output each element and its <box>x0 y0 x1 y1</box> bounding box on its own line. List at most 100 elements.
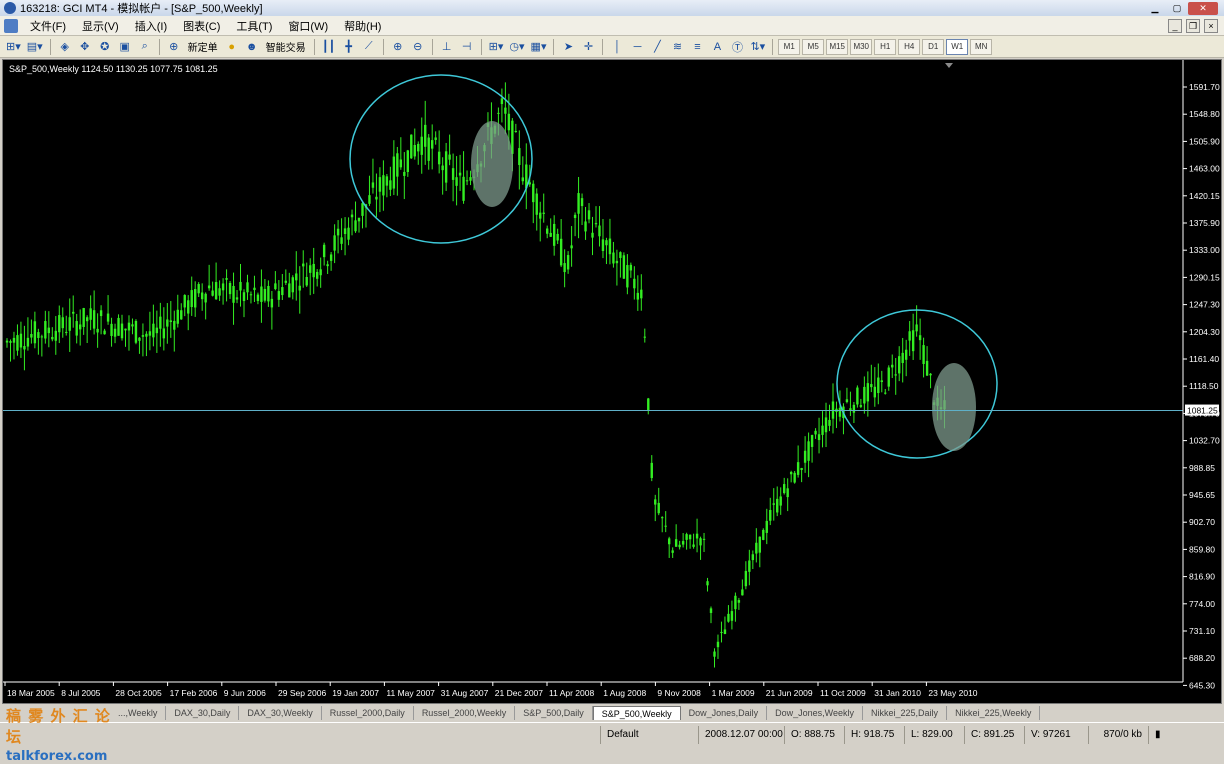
candle-body <box>138 337 141 341</box>
timeframe-h4[interactable]: H4 <box>898 38 921 55</box>
chart-tab-1[interactable]: DAX_30,Daily <box>166 706 240 720</box>
horizontal-line-icon[interactable]: ─ <box>628 38 646 56</box>
market-watch-icon[interactable]: ◈ <box>56 38 74 56</box>
candle-body <box>270 298 274 308</box>
candle-body <box>61 317 64 329</box>
candle-body <box>92 310 96 329</box>
menu-help[interactable]: 帮助(H) <box>336 18 389 34</box>
minimize-button[interactable]: ▁ <box>1144 2 1166 15</box>
channel-icon[interactable]: ≋ <box>668 38 686 56</box>
mdi-restore-button[interactable]: ❐ <box>1186 18 1200 33</box>
expert-trading-button[interactable]: 智能交易 <box>263 38 309 56</box>
indicators-icon[interactable]: ⊞▾ <box>487 38 506 56</box>
candle-body <box>744 570 748 587</box>
candle-body <box>256 294 260 301</box>
candle-body <box>242 292 246 302</box>
navigator-icon[interactable]: ✪ <box>96 38 114 56</box>
auto-scroll-icon[interactable]: ⊥ <box>438 38 456 56</box>
terminal-icon[interactable]: ▣ <box>116 38 134 56</box>
price-axis-label: 1290.15 <box>1189 272 1220 282</box>
price-chart[interactable]: 1591.70 1548.80 1505.90 1463.00 1420.15 1375.… <box>3 60 1221 703</box>
mdi-close-button[interactable]: × <box>1204 18 1218 33</box>
candle-body <box>385 176 389 186</box>
candle-body <box>758 536 761 553</box>
tester-icon[interactable]: ⌕ <box>136 38 154 56</box>
candle-body <box>465 180 469 182</box>
timeframe-h1[interactable]: H1 <box>874 38 897 55</box>
timeframe-m1[interactable]: M1 <box>778 38 801 55</box>
close-button[interactable]: ✕ <box>1188 1 1218 15</box>
menu-file[interactable]: 文件(F) <box>22 18 74 34</box>
trendline-icon[interactable]: ╱ <box>648 38 666 56</box>
chart-tab-6[interactable]: S&P_500,Weekly <box>592 706 681 720</box>
chart-tab-8[interactable]: Dow_Jones,Weekly <box>767 706 864 720</box>
candle-body <box>214 282 218 300</box>
cursor-icon[interactable]: ➤ <box>559 38 577 56</box>
candle-body <box>584 221 587 232</box>
new-order-button[interactable]: 新定单 <box>185 38 221 56</box>
candle-body <box>532 183 535 203</box>
data-window-icon[interactable]: ✥ <box>76 38 94 56</box>
text-label-icon[interactable]: Ⓣ <box>728 38 746 56</box>
vertical-line-icon[interactable]: │ <box>608 38 626 56</box>
chart-tab-7[interactable]: Dow_Jones,Daily <box>681 706 768 720</box>
candle-body <box>260 286 263 302</box>
periods-icon[interactable]: ◷▾ <box>507 38 526 56</box>
candle-body <box>33 321 37 344</box>
menu-window[interactable]: 窗口(W) <box>280 18 336 34</box>
menu-insert[interactable]: 插入(I) <box>127 18 175 34</box>
metaeditor-icon[interactable]: ● <box>223 38 241 56</box>
candle-body <box>587 210 591 220</box>
zoom-out-icon[interactable]: ⊖ <box>409 38 427 56</box>
candle-body <box>789 471 793 475</box>
chart-tab-0[interactable]: ...,Weekly <box>110 706 167 720</box>
timeframe-m15[interactable]: M15 <box>826 38 849 55</box>
candle-body <box>619 252 622 258</box>
timeframe-m30[interactable]: M30 <box>850 38 873 55</box>
chart-window[interactable]: 1591.70 1548.80 1505.90 1463.00 1420.15 1375.… <box>2 59 1222 704</box>
candle-body <box>427 137 430 161</box>
timeframe-m5[interactable]: M5 <box>802 38 825 55</box>
mdi-minimize-button[interactable]: _ <box>1168 18 1182 33</box>
timeframe-d1[interactable]: D1 <box>922 38 945 55</box>
crosshair-icon[interactable]: ✛ <box>579 38 597 56</box>
candle-body <box>654 499 657 505</box>
new-chart-icon[interactable]: ⊞▾ <box>4 38 23 56</box>
price-axis-label: 1204.30 <box>1189 327 1220 337</box>
profiles-icon[interactable]: ▤▾ <box>25 38 45 56</box>
expert-trading-icon[interactable]: ☻ <box>243 38 261 56</box>
date-axis-label: 17 Feb 2006 <box>170 688 218 698</box>
new-order-icon[interactable]: ⊕ <box>165 38 183 56</box>
chart-tab-9[interactable]: Nikkei_225,Daily <box>863 706 948 720</box>
menu-view[interactable]: 显示(V) <box>74 18 127 34</box>
arrows-icon[interactable]: ⇅▾ <box>748 38 767 56</box>
chart-tab-2[interactable]: DAX_30,Weekly <box>239 706 322 720</box>
fibonacci-icon[interactable]: ≡ <box>688 38 706 56</box>
candlestick-icon[interactable]: ╋ <box>340 38 358 56</box>
chart-tab-4[interactable]: Russel_2000,Weekly <box>414 706 516 720</box>
line-chart-icon[interactable]: ⟋ <box>360 38 378 56</box>
price-axis-label: 774.00 <box>1189 599 1215 609</box>
chart-tab-3[interactable]: Russel_2000,Daily <box>322 706 414 720</box>
candle-body <box>448 154 451 160</box>
menu-charts[interactable]: 图表(C) <box>175 18 228 34</box>
timeframe-mn[interactable]: MN <box>970 38 993 55</box>
status-traffic: 870/0 kb <box>1088 726 1148 744</box>
chart-tab-10[interactable]: Nikkei_225,Weekly <box>947 706 1041 720</box>
templates-icon[interactable]: ▦▾ <box>529 38 549 56</box>
title-bar: 163218: GCI MT4 - 模拟帐户 - [S&P_500,Weekly… <box>0 0 1224 16</box>
bar-chart-icon[interactable]: ┃┃ <box>320 38 338 56</box>
timeframe-w1[interactable]: W1 <box>946 38 969 55</box>
candle-body <box>417 143 420 152</box>
chart-tab-5[interactable]: S&P_500,Daily <box>515 706 593 720</box>
annotation-highlight-top <box>471 121 513 207</box>
maximize-button[interactable]: ▢ <box>1166 2 1188 15</box>
candle-body <box>838 407 842 417</box>
chart-shift-icon[interactable]: ⊣ <box>458 38 476 56</box>
status-profile[interactable]: Default <box>600 726 698 744</box>
date-axis-label: 9 Nov 2008 <box>657 688 701 698</box>
zoom-in-icon[interactable]: ⊕ <box>389 38 407 56</box>
candle-body <box>173 320 176 330</box>
menu-tools[interactable]: 工具(T) <box>228 18 280 34</box>
text-icon[interactable]: A <box>708 38 726 56</box>
